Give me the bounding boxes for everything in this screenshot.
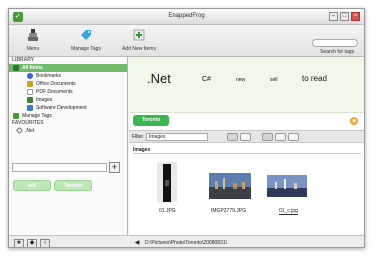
cloud-tag[interactable]: .Net: [147, 71, 171, 86]
sidebar-item-images[interactable]: Images: [9, 96, 127, 104]
cloud-tag[interactable]: C#: [202, 76, 211, 83]
details-view-icon[interactable]: [288, 133, 299, 141]
photo-thumbnail: [267, 175, 307, 197]
sidebar-item-office-documents[interactable]: Office Documents: [9, 80, 127, 88]
bookmark-icon: [27, 72, 33, 79]
sidebar-item-net[interactable]: .Net: [9, 127, 127, 135]
main-panel: .Net C# new sell to read Toronto ◉ Filte…: [129, 57, 364, 247]
thumbnail-caption: IMGP2779.JPG: [211, 208, 247, 214]
filter-bar: Filter Images: [129, 130, 364, 143]
sidebar-item-manage-tags[interactable]: Manage Tags: [9, 112, 127, 120]
back-arrow-icon[interactable]: ◀: [133, 239, 141, 247]
image-thumbnail[interactable]: [157, 162, 177, 202]
sidebar-item-all-items[interactable]: All Items: [9, 64, 127, 72]
tag-search-input[interactable]: [312, 39, 358, 47]
cloud-tag[interactable]: to read: [302, 74, 327, 83]
minimize-button[interactable]: –: [329, 12, 338, 21]
current-path: D:\Pictures\Photo\Toronto\20080831\: [145, 240, 227, 246]
menu-button[interactable]: Menu: [13, 28, 53, 52]
sidebar-item-label: Software Development: [36, 105, 87, 111]
sidebar-item-label: Office Documents: [36, 81, 76, 87]
close-button[interactable]: ×: [351, 12, 360, 21]
filter-value: Images: [149, 134, 166, 140]
title-bar: ✓ EnappedFrog – □ ×: [9, 9, 364, 25]
image-thumbnail[interactable]: [209, 173, 251, 199]
photo-thumbnail: [157, 162, 177, 202]
favourites-header: FAVOURITES: [12, 120, 44, 126]
pdf-icon: [27, 88, 33, 95]
document-icon: [27, 80, 33, 87]
sidebar-item-label: .Net: [25, 128, 35, 134]
window-title: EnappedFrog: [168, 13, 205, 19]
rss-icon[interactable]: ◉: [350, 117, 358, 125]
info-icon[interactable]: i: [40, 239, 50, 247]
add-new-items-button[interactable]: Add New Items: [119, 28, 159, 52]
maximize-button[interactable]: □: [340, 12, 349, 21]
menu-icon: [28, 29, 38, 41]
sidebar-item-bookmarks[interactable]: Bookmarks: [9, 72, 127, 80]
add-tag-button[interactable]: +: [109, 162, 120, 173]
filter-select[interactable]: Images: [146, 133, 208, 141]
list-view-icon[interactable]: [275, 133, 286, 141]
section-divider: [133, 153, 361, 154]
search-label: Search for tags: [320, 49, 354, 55]
sidebar-item-software-development[interactable]: Software Development: [9, 104, 127, 112]
status-bar: ◀ D:\Pictures\Photo\Toronto\20080831\: [129, 235, 364, 247]
sidebar-footer: ★ ◆ i: [9, 235, 128, 247]
image-thumbnail[interactable]: [267, 175, 307, 197]
folder-icon: [13, 64, 19, 71]
manage-tags-label: Manage Tags: [71, 46, 101, 52]
toolbar: Menu Manage Tags Add New Items Search fo…: [9, 25, 364, 57]
tag-filter-input[interactable]: [12, 163, 107, 172]
selected-tag-chip[interactable]: Toronto: [54, 180, 92, 191]
thumbnail-caption-selected: 01_c.jpg: [279, 208, 298, 215]
sidebar-item-pdf-documents[interactable]: PDF Documents: [9, 88, 127, 96]
sidebar-item-label: Bookmarks: [36, 73, 62, 79]
sidebar-item-label: Manage Tags: [22, 113, 52, 119]
photo-thumbnail: [209, 173, 251, 199]
tag-cloud: .Net C# new sell to read: [129, 57, 364, 113]
menu-label: Menu: [26, 46, 40, 52]
tag-icon[interactable]: ◆: [27, 239, 37, 247]
selected-tag-chip[interactable]: sell: [13, 180, 51, 191]
tag-icon: [13, 112, 19, 119]
sidebar-item-label: All Items: [22, 65, 43, 71]
view-toggle-button[interactable]: [227, 133, 238, 141]
tags-icon: [81, 30, 91, 40]
active-tags-bar: Toronto ◉: [129, 114, 364, 129]
code-icon: [27, 104, 33, 111]
active-tag-chip[interactable]: Toronto: [133, 115, 169, 126]
tag-icon: [15, 127, 24, 135]
cloud-tag[interactable]: new: [236, 77, 245, 83]
library-header: LIBRARY: [12, 57, 35, 63]
grid-view-icon[interactable]: [262, 133, 273, 141]
sidebar-item-label: Images: [36, 97, 53, 103]
manage-tags-button[interactable]: Manage Tags: [66, 28, 106, 52]
cloud-tag[interactable]: sell: [270, 77, 278, 83]
sidebar: LIBRARY All Items Bookmarks Office Docum…: [9, 57, 128, 247]
add-items-label: Add New Items: [122, 46, 156, 52]
add-items-icon: [133, 29, 145, 41]
star-icon[interactable]: ★: [14, 239, 24, 247]
sidebar-item-label: PDF Documents: [36, 89, 73, 95]
thumbnail-caption: 01.JPG: [159, 208, 176, 214]
view-toggle-button[interactable]: [240, 133, 251, 141]
image-icon: [27, 96, 33, 103]
app-window: ✓ EnappedFrog – □ × Menu Manage Tags Add…: [8, 8, 365, 248]
filter-label: Filter: [132, 134, 144, 140]
